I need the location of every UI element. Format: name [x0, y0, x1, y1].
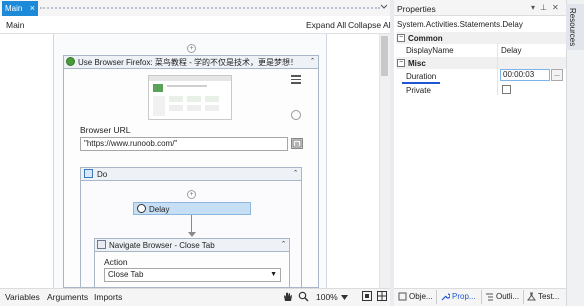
wrench-icon [441, 292, 451, 303]
collapse-all-link[interactable]: Collapse All [348, 20, 392, 30]
browser-screenshot-thumbnail [148, 75, 232, 120]
navigate-browser-icon [97, 240, 106, 249]
close-icon[interactable]: ✕ [552, 3, 564, 12]
collapse-section-icon[interactable]: − [397, 59, 405, 67]
duration-ellipsis-button[interactable]: ... [551, 69, 563, 81]
do-sequence-title: Do [97, 170, 108, 179]
prop-displayname-value[interactable]: Delay [501, 46, 521, 55]
test-explorer-icon [527, 292, 536, 303]
tab-separator [436, 290, 437, 304]
breadcrumb[interactable]: Main [6, 20, 24, 30]
private-checkbox[interactable] [502, 85, 511, 94]
scrollbar-thumb[interactable] [381, 36, 388, 76]
chevron-down-icon[interactable] [380, 2, 390, 14]
pan-hand-icon[interactable] [282, 291, 293, 304]
arguments-tab[interactable]: Arguments [47, 292, 88, 302]
focus-underline [402, 82, 440, 84]
grid-divider [497, 43, 498, 95]
pin-icon[interactable]: ⊥ [540, 3, 552, 12]
clock-icon [137, 204, 146, 213]
target-icon[interactable] [291, 110, 301, 120]
do-sequence-header[interactable] [80, 167, 302, 181]
resources-tab-label: Resources [568, 8, 577, 47]
tab-main[interactable]: Main × [2, 1, 38, 16]
tab-separator [523, 290, 524, 304]
collapse-icon[interactable]: ⌃ [307, 57, 318, 67]
section-common-label: Common [408, 34, 443, 43]
chevron-down-icon[interactable]: ▾ [531, 3, 540, 12]
expression-editor-icon[interactable] [291, 138, 303, 149]
sequence-icon [84, 169, 93, 178]
delay-activity-label: Delay [149, 205, 170, 214]
zoom-icon[interactable] [298, 291, 309, 304]
collapse-icon[interactable]: ⌃ [278, 240, 289, 250]
zoom-level[interactable]: 100% [316, 292, 338, 302]
action-label: Action [104, 257, 128, 267]
outline-icon [485, 292, 494, 303]
tab-outline[interactable]: Outli... [496, 292, 519, 301]
hamburger-menu-icon[interactable] [291, 75, 301, 85]
tab-main-label: Main [5, 4, 23, 13]
tab-object-browser[interactable]: Obje... [409, 292, 433, 301]
properties-title: Properties [397, 4, 436, 14]
duration-field[interactable]: 00:00:03 [500, 69, 550, 81]
object-browser-icon [398, 292, 407, 303]
use-browser-title: Use Browser Firefox: 菜鸟教程 - 学的不仅是技术，更是梦想… [78, 58, 299, 67]
selected-type-name: System.Activities.Statements.Delay [397, 20, 523, 29]
close-icon[interactable]: × [30, 1, 35, 16]
action-select[interactable]: Close Tab ▼ [104, 268, 281, 282]
dropdown-icon: ▼ [270, 271, 277, 278]
expand-all-link[interactable]: Expand All [306, 20, 346, 30]
imports-tab[interactable]: Imports [94, 292, 122, 302]
prop-private-label: Private [406, 86, 431, 95]
overview-map-icon[interactable] [377, 291, 387, 303]
fit-to-screen-icon[interactable] [362, 291, 372, 303]
firefox-icon [66, 57, 75, 66]
add-activity-icon[interactable]: + [187, 44, 196, 53]
tab-properties[interactable]: Prop... [452, 292, 476, 301]
section-misc-label: Misc [408, 59, 426, 68]
collapse-section-icon[interactable]: − [397, 34, 405, 42]
tab-strip-divider [40, 7, 380, 9]
tab-separator [481, 290, 482, 304]
prop-displayname-label: DisplayName [406, 46, 454, 55]
variables-tab[interactable]: Variables [5, 292, 40, 302]
tab-test-explorer[interactable]: Test... [538, 292, 559, 301]
zoom-dropdown-icon[interactable] [341, 293, 348, 302]
navigate-browser-title: Navigate Browser - Close Tab [109, 241, 215, 250]
add-activity-icon[interactable]: + [187, 190, 196, 199]
collapse-icon[interactable]: ⌃ [290, 169, 301, 179]
browser-url-label: Browser URL [80, 125, 131, 135]
browser-url-field[interactable]: "https://www.runoob.com/" [80, 137, 288, 151]
panel-window-controls[interactable]: ▾⊥✕ [531, 3, 564, 12]
action-select-value: Close Tab [108, 270, 144, 279]
flow-arrow [188, 232, 196, 237]
prop-duration-label: Duration [406, 72, 437, 81]
